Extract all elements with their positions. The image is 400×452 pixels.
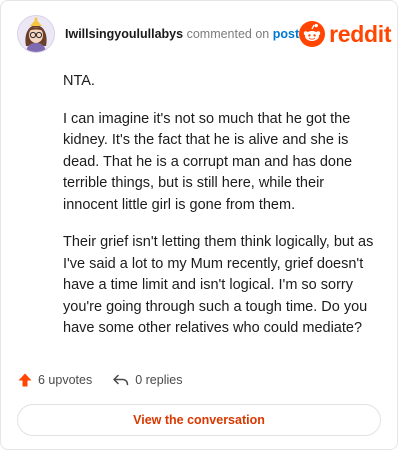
reply-count: 0 replies [135,373,183,387]
comment-paragraph: I can imagine it's not so much that he g… [63,110,353,213]
commented-on-label: commented on [186,27,270,41]
comment-header: Iwillsingyoulullabys commented on post r… [17,15,392,53]
comment-paragraph: Their grief isn't letting them think log… [63,234,374,336]
post-link[interactable]: post [273,27,299,41]
view-conversation-button[interactable]: View the conversation [17,404,381,436]
reddit-logo[interactable]: reddit [299,20,392,48]
reddit-wordmark: reddit [329,20,392,47]
reply-button[interactable]: 0 replies [112,372,182,388]
comment-paragraph: NTA. [63,73,95,89]
reply-arrow-icon [113,374,129,386]
upvote-arrow-icon [18,373,32,387]
comment-body: NTA. I can imagine it's not so much that… [63,71,377,356]
username[interactable]: Iwillsingyoulullabys [65,27,183,41]
comment-actions: 6 upvotes 0 replies [17,369,381,391]
avatar-illustration-icon [18,16,54,52]
avatar[interactable] [17,15,55,53]
upvote-button[interactable]: 6 upvotes [17,372,92,388]
upvote-count: 6 upvotes [38,373,93,387]
comment-meta: Iwillsingyoulullabys commented on post [65,27,299,41]
reddit-snoo-icon [299,21,326,47]
embedded-comment-card: Iwillsingyoulullabys commented on post r… [0,0,398,450]
